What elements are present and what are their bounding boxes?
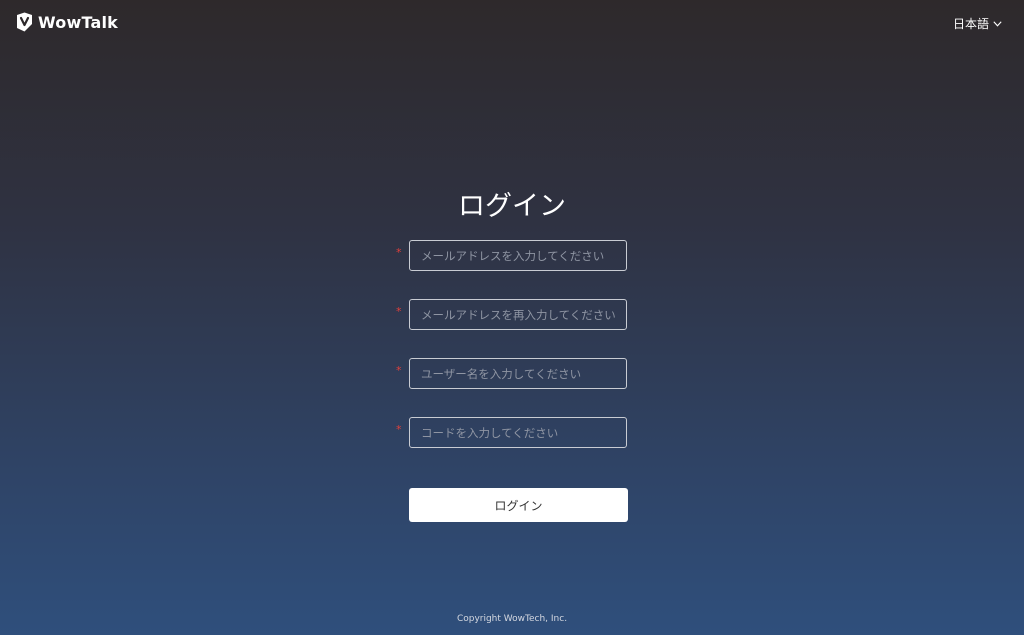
top-header: WowTalk 日本語 [0, 0, 1024, 46]
app-name: WowTalk [38, 12, 119, 32]
app-logo[interactable]: WowTalk [16, 12, 118, 32]
email-field-row: * [394, 240, 634, 271]
username-input[interactable] [409, 358, 627, 389]
email-confirm-input[interactable] [409, 299, 627, 330]
required-mark: * [396, 246, 402, 259]
required-mark: * [396, 423, 402, 436]
copyright-text: Copyright WowTech, Inc. [456, 614, 568, 624]
required-mark: * [396, 364, 402, 377]
email-confirm-field-row: * [394, 299, 634, 330]
code-field-row: * [394, 417, 634, 448]
wowtalk-logo-icon [16, 12, 33, 32]
code-input[interactable] [409, 417, 627, 448]
login-button[interactable]: ログイン [409, 488, 628, 522]
page-title: ログイン [458, 191, 566, 222]
required-mark: * [396, 305, 402, 318]
username-field-row: * [394, 358, 634, 389]
chevron-down-icon [993, 20, 1002, 27]
language-label: 日本語 [952, 17, 989, 31]
language-selector[interactable]: 日本語 [953, 15, 1002, 32]
email-input[interactable] [409, 240, 627, 271]
